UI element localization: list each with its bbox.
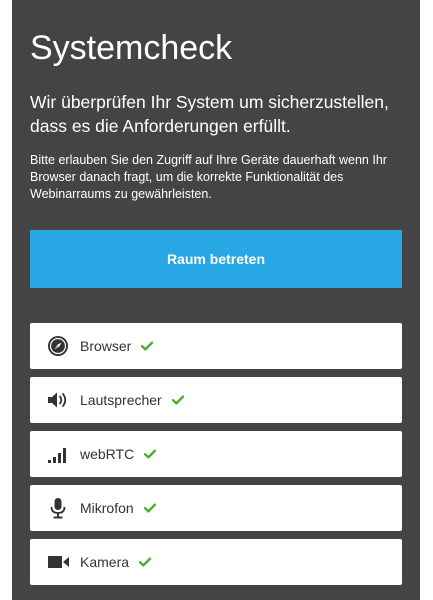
checkmark-icon <box>143 503 156 513</box>
permission-note: Bitte erlauben Sie den Zugriff auf Ihre … <box>30 153 387 201</box>
check-item-camera: Kamera <box>30 539 402 585</box>
compass-icon <box>47 335 73 357</box>
signal-bars-icon <box>47 443 73 465</box>
check-label: Lautsprecher <box>80 392 162 408</box>
check-label: Mikrofon <box>80 500 134 516</box>
check-label: Browser <box>80 338 132 354</box>
check-label: Kamera <box>80 554 130 570</box>
enter-room-button[interactable]: Raum betreten <box>30 230 402 288</box>
checkmark-icon <box>141 341 154 351</box>
check-label: webRTC <box>80 446 135 462</box>
checkmark-icon <box>171 395 184 405</box>
check-item-webrtc: webRTC <box>30 431 402 477</box>
systemcheck-panel: Systemcheck Wir überprüfen Ihr System um… <box>12 0 420 600</box>
speaker-icon <box>47 389 73 411</box>
checkmark-icon <box>139 557 152 567</box>
page-title: Systemcheck <box>30 29 233 67</box>
check-item-speaker: Lautsprecher <box>30 377 402 423</box>
video-camera-icon <box>47 551 73 573</box>
system-check-list: Browser Lautsprecher webRTC Mikrofon Kam… <box>30 323 402 593</box>
check-item-microphone: Mikrofon <box>30 485 402 531</box>
microphone-icon <box>47 497 73 519</box>
check-item-browser: Browser <box>30 323 402 369</box>
intro-text: Wir überprüfen Ihr System um sicherzuste… <box>30 92 389 136</box>
checkmark-icon <box>144 449 157 459</box>
